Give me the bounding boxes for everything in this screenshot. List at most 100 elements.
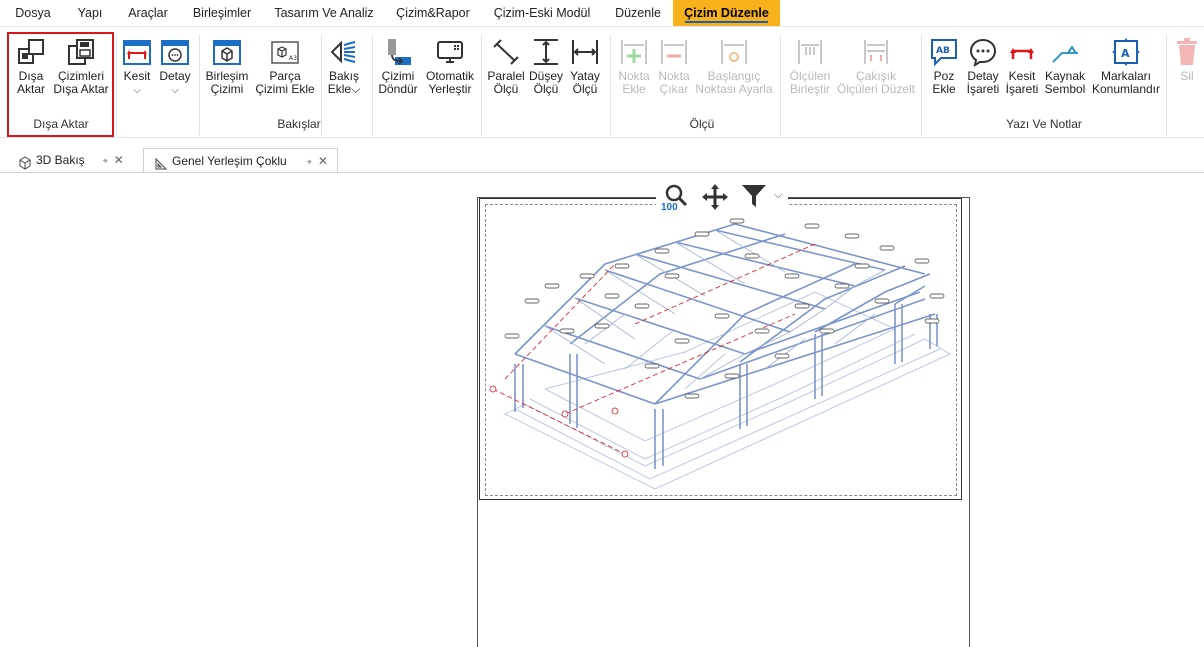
chevron-down-icon: ⌵ <box>351 82 361 96</box>
parallel-dimension-label-2: Ölçü <box>493 82 519 96</box>
section-mark-button[interactable]: Kesit İşareti <box>1004 37 1040 96</box>
connection-drawing-button[interactable]: Birleşim Çizimi <box>204 37 250 96</box>
position-tag-label-2: Ekle <box>932 82 956 96</box>
add-view-label-2: Ekle⌵ <box>326 83 362 96</box>
group-label-dimension: Ölçü <box>689 117 715 131</box>
section-icon <box>122 37 152 67</box>
chevron-down-icon[interactable]: ⌵ <box>774 189 782 202</box>
section-mark-label-2: İşareti <box>1005 82 1039 96</box>
section-mark-icon <box>1007 37 1037 67</box>
add-part-drawing-button[interactable]: A3 Parça Çizimi Ekle <box>254 37 316 96</box>
vertical-dimension-icon <box>531 37 561 67</box>
horizontal-dimension-icon <box>570 37 600 67</box>
add-point-button[interactable]: Nokta Ekle <box>615 37 653 96</box>
group-label-views: Bakışlar <box>277 117 321 131</box>
tab-general-layout[interactable]: Genel Yerleşim Çoklu ⌖ ✕ <box>143 148 338 172</box>
detail-mark-button[interactable]: Detay İşareti <box>964 37 1002 96</box>
rotate-icon <box>383 37 413 67</box>
fix-overlapping-dimensions-button[interactable]: Çakışık Ölçüleri Düzelt <box>836 37 916 96</box>
place-marks-label-2: Konumlandır <box>1091 82 1161 96</box>
svg-text:A3: A3 <box>289 55 297 62</box>
auto-place-button[interactable]: Otomatik Yerleştir <box>422 37 478 96</box>
monitor-icon <box>435 37 465 67</box>
active-tab-underline <box>685 21 768 23</box>
menu-araclar[interactable]: Araçlar <box>122 0 174 26</box>
connection-drawing-icon <box>212 37 242 67</box>
group-label-text-notes: Yazı Ve Notlar <box>1006 117 1082 131</box>
add-point-icon <box>619 37 649 67</box>
filter-icon[interactable] <box>741 183 767 212</box>
position-tag-button[interactable]: AB Poz Ekle <box>926 37 962 96</box>
set-start-point-button[interactable]: Başlangıç Noktası Ayarla <box>694 37 774 96</box>
remove-point-button[interactable]: Nokta Çıkar <box>655 37 693 96</box>
menu-yapi[interactable]: Yapı <box>70 0 110 26</box>
weld-symbol-button[interactable]: Kaynak Sembol <box>1042 37 1088 96</box>
ribbon: Dışa Aktar Çizimleri Dışa Aktar Dışa Akt… <box>0 27 1204 138</box>
separator <box>116 35 117 135</box>
tab-3d-view-label: 3D Bakış <box>36 153 85 167</box>
drawing-icon <box>154 155 168 170</box>
auto-place-label-2: Yerleştir <box>428 82 472 96</box>
parallel-dimension-button[interactable]: Paralel Ölçü <box>486 37 526 96</box>
drawing-canvas[interactable]: ⌵ 100 <box>0 172 1204 647</box>
structure-drawing <box>489 211 952 490</box>
weld-symbol-icon <box>1050 37 1080 67</box>
merge-dimensions-label-2: Birleştir <box>789 82 830 96</box>
part-drawing-icon: A3 <box>270 37 300 67</box>
vertical-dimension-label-2: Ölçü <box>533 82 559 96</box>
menu-cizim-rapor[interactable]: Çizim&Rapor <box>390 0 476 26</box>
pin-icon[interactable]: ⌖ <box>307 150 312 174</box>
pin-icon[interactable]: ⌖ <box>103 149 108 173</box>
overlap-dimensions-icon <box>861 37 891 67</box>
menu-cizim-eski-modul[interactable]: Çizim-Eski Modül <box>490 0 594 26</box>
rotate-drawing-button[interactable]: Çizimi Döndür <box>376 37 420 96</box>
add-point-label-2: Ekle <box>622 82 646 96</box>
delete-label: Sil <box>1180 69 1194 83</box>
add-part-drawing-label-2: Çizimi Ekle <box>255 82 315 96</box>
place-marks-icon: A <box>1111 37 1141 67</box>
connection-drawing-label-2: Çizimi <box>210 82 244 96</box>
detail-button[interactable]: Detay ⌵ <box>157 37 193 97</box>
menu-bar: Dosya Yapı Araçlar Birleşimler Tasarım V… <box>0 0 1204 27</box>
chevron-down-icon: ⌵ <box>171 85 179 96</box>
start-point-icon <box>719 37 749 67</box>
rotate-3d-icon <box>18 154 32 170</box>
place-marks-button[interactable]: A Markaları Konumlandır <box>1090 37 1162 96</box>
separator <box>921 35 922 135</box>
remove-point-label-2: Çıkar <box>659 82 689 96</box>
svg-text:A: A <box>1121 47 1130 60</box>
set-start-point-label-2: Noktası Ayarla <box>695 82 773 96</box>
chevron-down-icon: ⌵ <box>133 85 141 96</box>
close-icon[interactable]: ✕ <box>114 148 124 172</box>
highlight-box <box>7 32 114 137</box>
menu-cizim-duzenle[interactable]: Çizim Düzenle <box>673 0 780 26</box>
section-button[interactable]: Kesit ⌵ <box>120 37 154 97</box>
menu-cizim-duzenle-label: Çizim Düzenle <box>684 6 769 20</box>
horizontal-dimension-label-2: Ölçü <box>572 82 598 96</box>
rotate-drawing-label-2: Döndür <box>378 82 418 96</box>
trash-icon <box>1172 37 1202 67</box>
parallel-dimension-icon <box>491 37 521 67</box>
detail-mark-label-2: İşareti <box>966 82 1000 96</box>
tab-3d-view[interactable]: 3D Bakış ⌖ ✕ <box>18 148 140 172</box>
detail-icon <box>160 37 190 67</box>
menu-duzenle[interactable]: Düzenle <box>608 0 668 26</box>
merge-dimensions-button[interactable]: Ölçüleri Birleştir <box>786 37 834 96</box>
weld-symbol-label-2: Sembol <box>1044 82 1086 96</box>
horizontal-dimension-button[interactable]: Yatay Ölçü <box>566 37 604 96</box>
delete-button[interactable]: Sil <box>1172 37 1202 83</box>
pan-icon[interactable] <box>700 182 730 215</box>
menu-tasarim-ve-analiz[interactable]: Tasarım Ve Analiz <box>270 0 378 26</box>
add-view-button[interactable]: Bakış Ekle⌵ <box>326 37 362 96</box>
remove-point-icon <box>659 37 689 67</box>
svg-text:AB: AB <box>936 46 950 56</box>
vertical-dimension-button[interactable]: Düşey Ölçü <box>528 37 564 96</box>
tab-general-layout-label: Genel Yerleşim Çoklu <box>172 154 287 168</box>
close-icon[interactable]: ✕ <box>318 149 328 173</box>
merge-dimensions-icon <box>795 37 825 67</box>
zoom-level: 100 <box>661 202 678 213</box>
speech-bubble-icon <box>968 37 998 68</box>
menu-dosya[interactable]: Dosya <box>8 0 58 26</box>
separator <box>1166 35 1167 135</box>
menu-birlesimler[interactable]: Birleşimler <box>186 0 258 26</box>
